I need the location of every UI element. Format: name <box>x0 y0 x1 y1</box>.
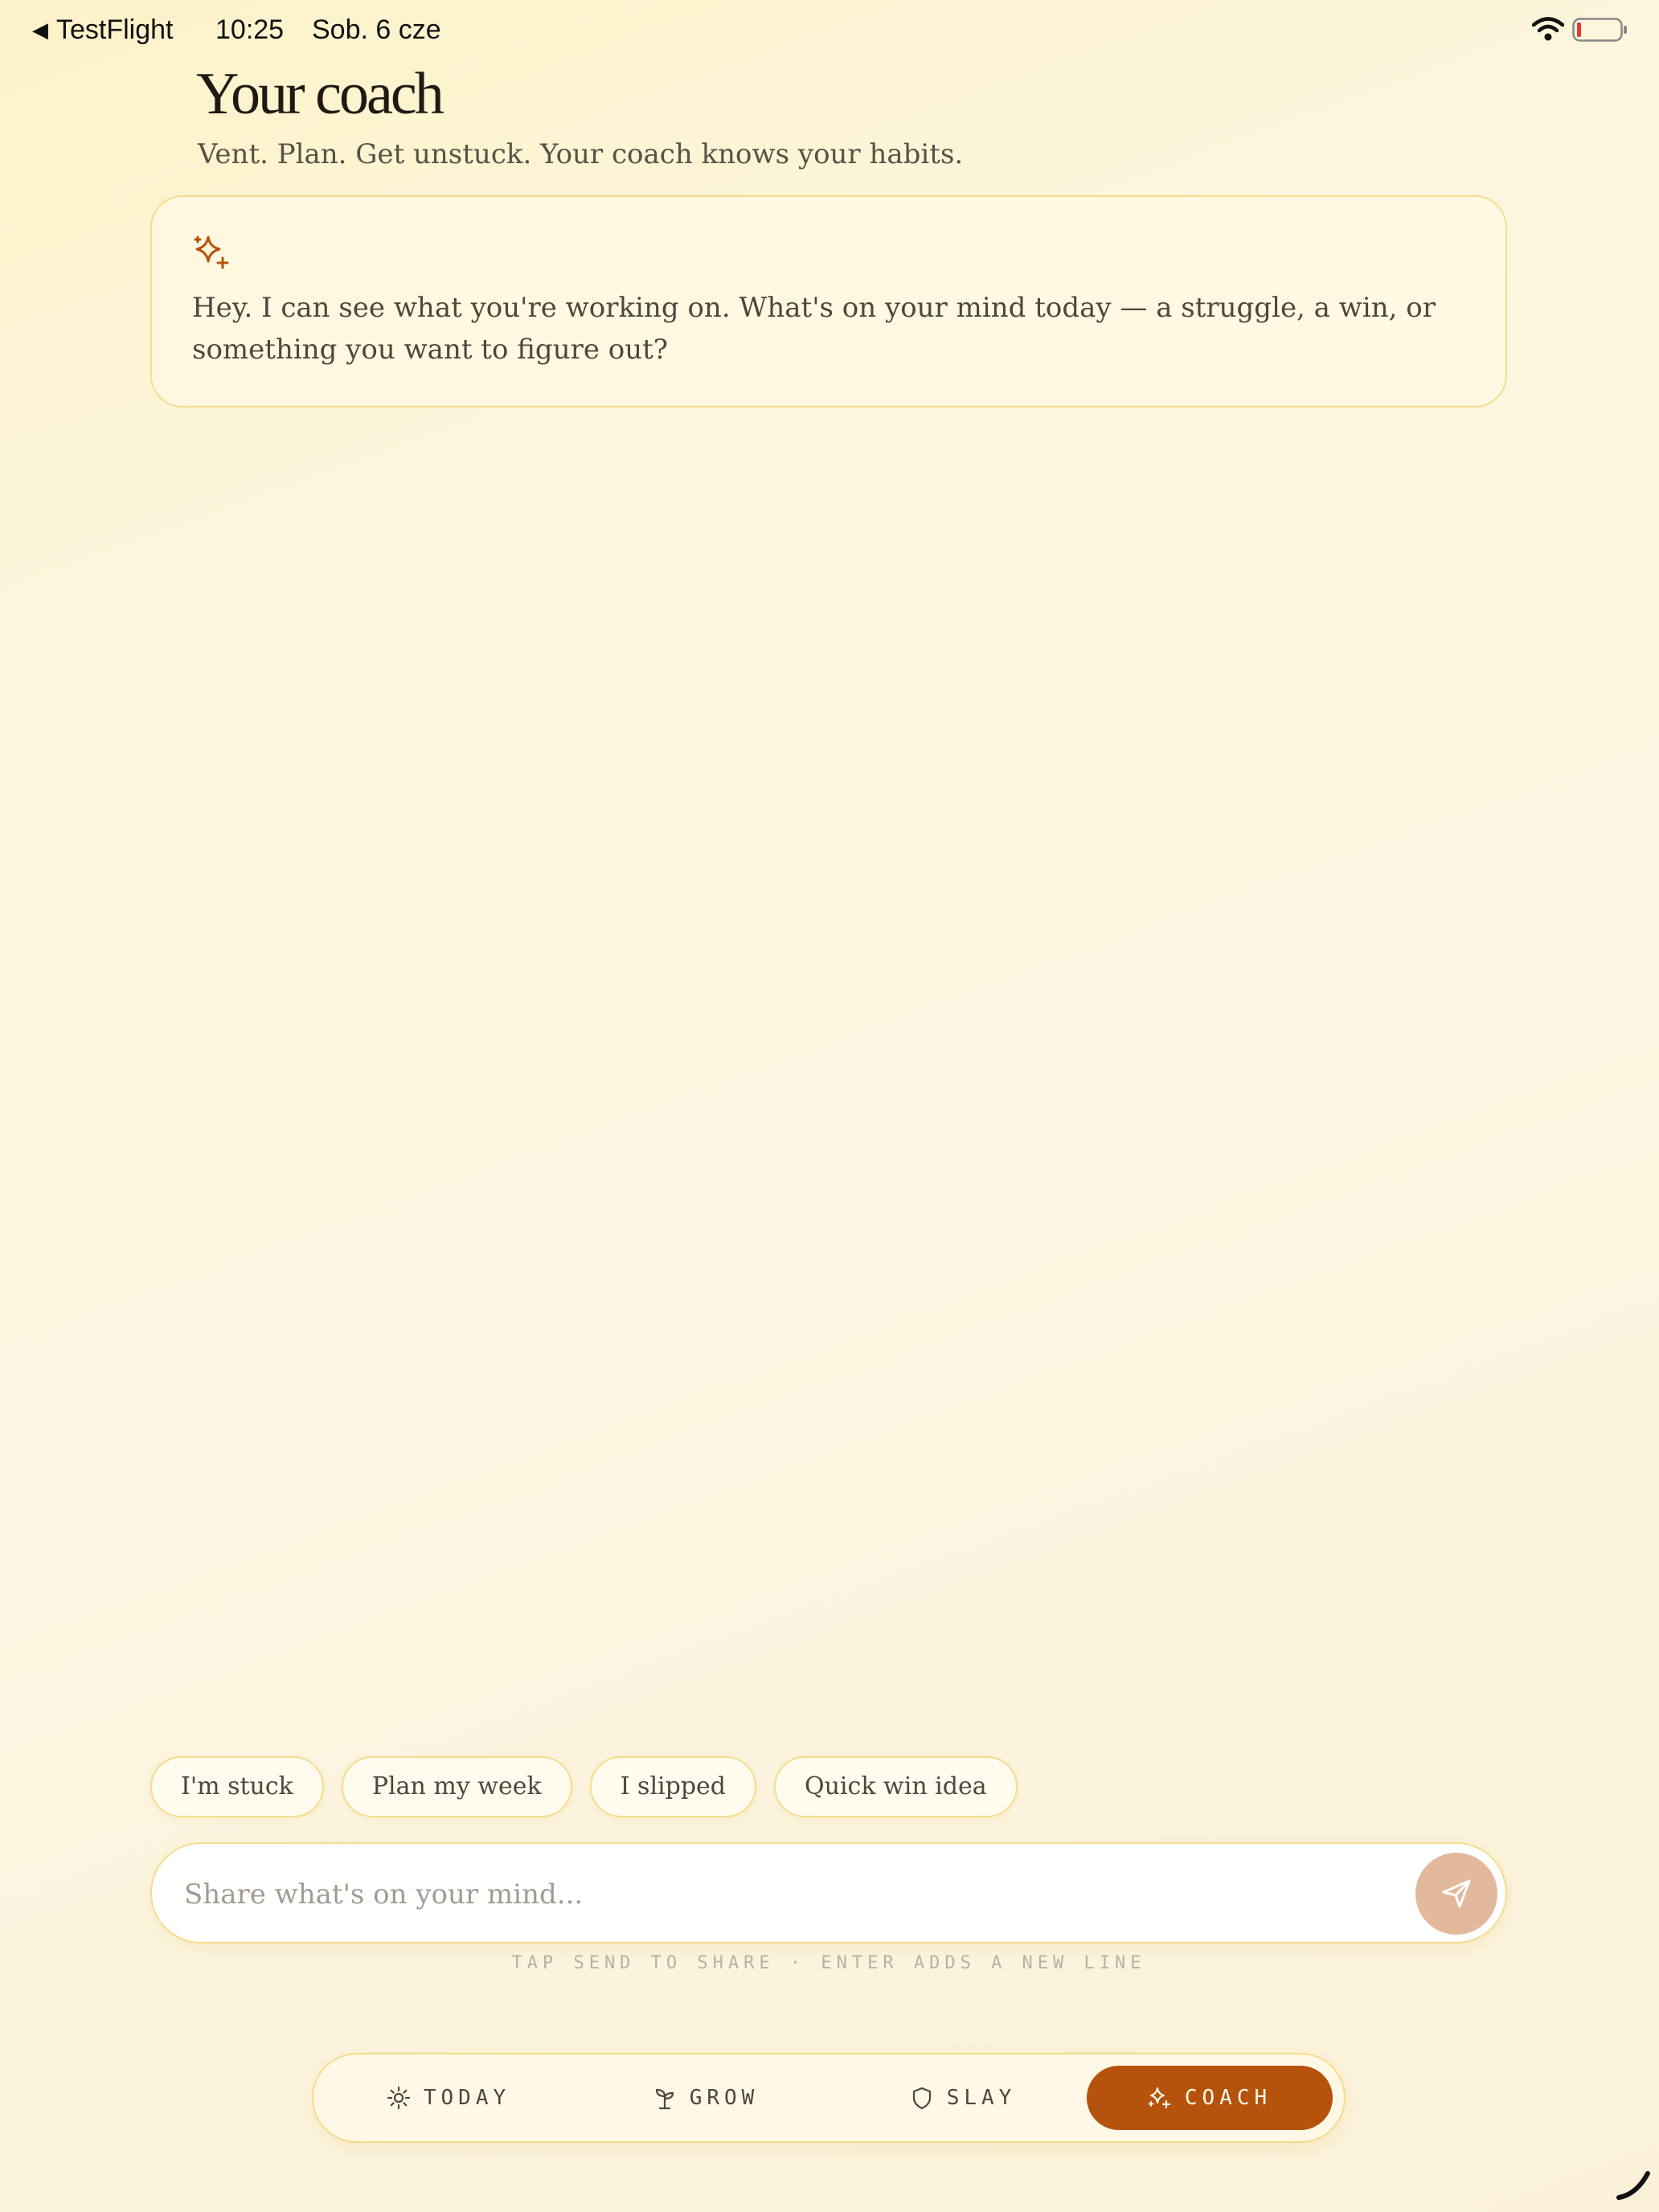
back-app-label: TestFlight <box>56 14 174 45</box>
nav-label-grow: GROW <box>689 2086 760 2110</box>
send-icon <box>1442 1879 1471 1908</box>
nav-item-today[interactable]: TODAY <box>360 2066 537 2130</box>
send-button[interactable] <box>1415 1853 1497 1935</box>
chip-quick-win-idea[interactable]: Quick win idea <box>774 1756 1018 1817</box>
chip-i-slipped[interactable]: I slipped <box>589 1756 757 1817</box>
chip-plan-my-week[interactable]: Plan my week <box>341 1756 572 1817</box>
nav-label-slay: SLAY <box>946 2086 1017 2110</box>
nav-label-coach: COACH <box>1184 2086 1272 2110</box>
page-subtitle: Vent. Plan. Get unstuck. Your coach know… <box>198 138 964 170</box>
message-composer <box>150 1842 1507 1944</box>
nav-label-today: TODAY <box>423 2086 511 2110</box>
chip-im-stuck[interactable]: I'm stuck <box>150 1756 324 1817</box>
nav-item-grow[interactable]: GROW <box>617 2066 794 2130</box>
message-input[interactable] <box>182 1865 1375 1924</box>
shield-icon <box>912 2087 931 2110</box>
sparkle-icon <box>1148 2087 1170 2109</box>
sparkle-icon <box>194 236 229 269</box>
status-date: Sob. 6 cze <box>312 14 441 45</box>
status-time: 10:25 <box>215 14 285 45</box>
status-bar: ◀ TestFlight 10:25 Sob. 6 cze <box>0 0 1659 61</box>
back-triangle-icon: ◀ <box>32 18 48 42</box>
back-to-testflight-button[interactable]: ◀ TestFlight <box>32 11 174 48</box>
nav-item-slay[interactable]: SLAY <box>875 2066 1051 2130</box>
bottom-nav: TODAY GROW SLAY COACH <box>312 2053 1346 2143</box>
page-title: Your coach <box>196 61 444 127</box>
sprout-icon <box>655 2088 674 2110</box>
wifi-icon <box>1532 17 1564 41</box>
coach-message-text: Hey. I can see what you're working on. W… <box>192 292 1436 366</box>
coach-message-card: Hey. I can see what you're working on. W… <box>150 195 1507 408</box>
quick-replies: I'm stuck Plan my week I slipped Quick w… <box>150 1756 1018 1817</box>
nav-item-coach[interactable]: COACH <box>1087 2066 1333 2130</box>
corner-indicator-icon <box>1616 2171 1650 2200</box>
battery-low-icon <box>1572 18 1627 42</box>
sun-icon <box>387 2086 410 2110</box>
composer-hint: TAP SEND TO SHARE · ENTER ADDS A NEW LIN… <box>511 1953 1146 1973</box>
